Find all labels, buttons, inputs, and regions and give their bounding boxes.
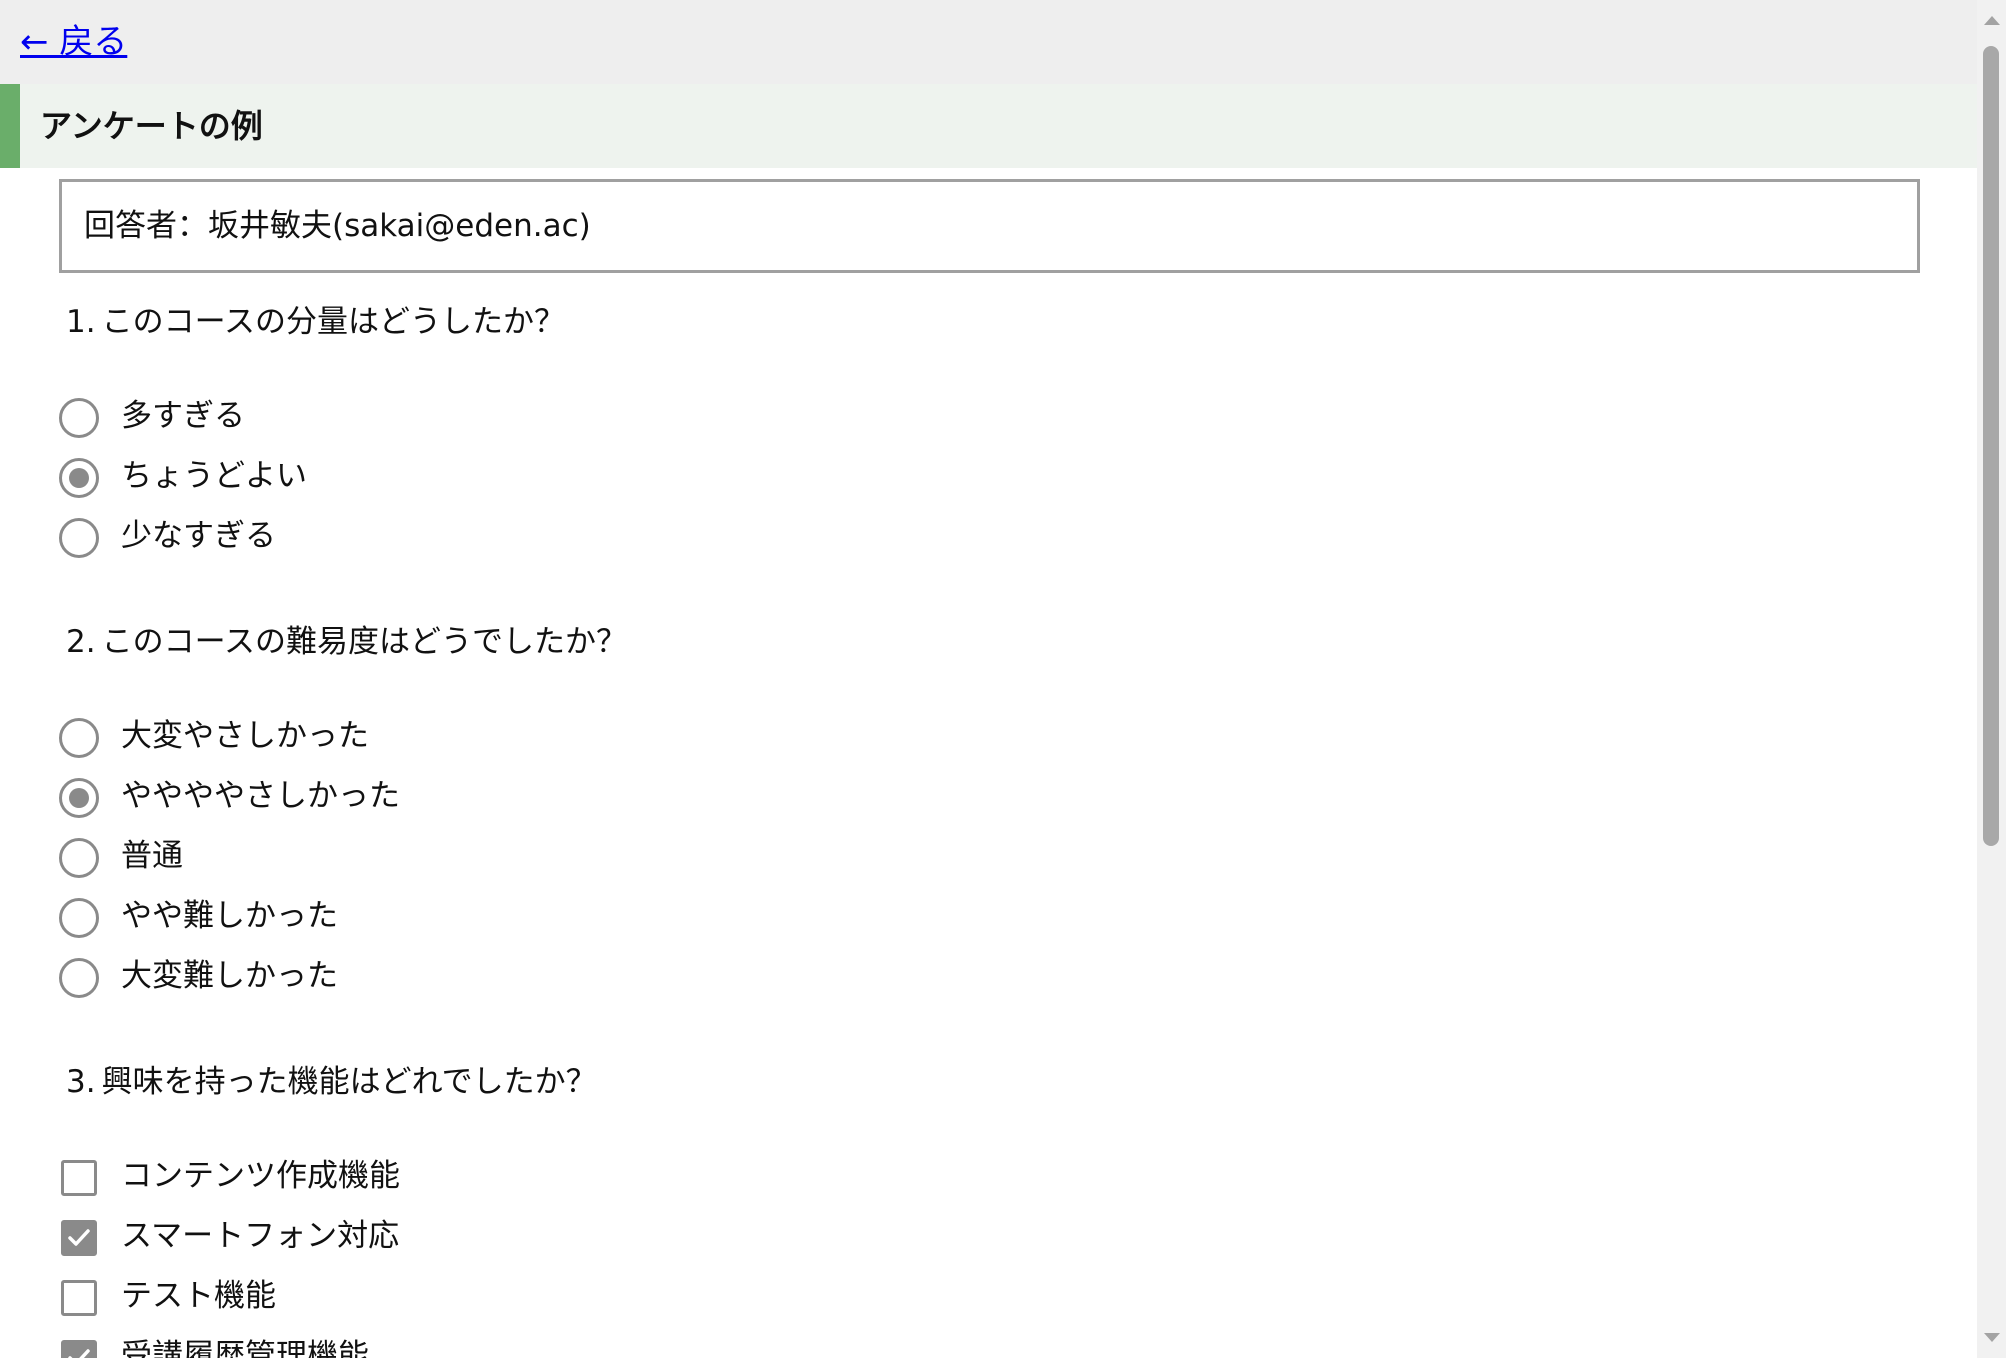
option-label: 多すぎる [121,398,245,434]
scrollbar-thumb[interactable] [1983,46,1999,846]
question-number: 1. [66,304,96,340]
radio-unselected-icon[interactable] [59,898,99,938]
checkbox-unchecked-icon[interactable] [61,1160,97,1196]
title-accent-stripe [0,84,20,168]
respondent-box: 回答者：坂井敏夫(sakai@eden.ac) [59,179,1920,273]
back-link[interactable]: ← 戻る [20,18,127,66]
checkbox-checked-icon[interactable] [61,1220,97,1256]
option-label: スマートフォン対応 [121,1218,400,1254]
option-label: コンテンツ作成機能 [121,1158,400,1194]
option-label: 大変難しかった [121,958,338,994]
scroll-up-arrow-icon[interactable] [1984,16,2000,25]
question-number: 2. [66,624,96,660]
page-title: アンケートの例 [40,107,263,145]
scroll-down-arrow-icon[interactable] [1984,1333,2000,1342]
radio-unselected-icon[interactable] [59,398,99,438]
survey-page: ← 戻る アンケートの例 回答者：坂井敏夫(sakai@eden.ac) 1. こ… [0,0,1977,1358]
option-label: 普通 [121,838,183,874]
option-label: 少なすぎる [121,518,276,554]
radio-selected-icon[interactable] [59,778,99,818]
top-nav-bar: ← 戻る [0,0,1977,84]
question-text: このコースの難易度はどうでしたか？ [101,624,628,660]
option-label: やや難しかった [121,898,338,934]
radio-unselected-icon[interactable] [59,518,99,558]
option-label: ちょうどよい [121,458,307,494]
checkbox-checked-icon[interactable] [61,1340,97,1358]
vertical-scrollbar[interactable] [1977,0,2006,1358]
question-text: このコースの分量はどうしたか？ [101,304,566,340]
radio-unselected-icon[interactable] [59,838,99,878]
question-text: 興味を持った機能はどれでしたか？ [101,1064,597,1100]
radio-unselected-icon[interactable] [59,718,99,758]
respondent-label: 回答者：坂井敏夫(sakai@eden.ac) [84,208,591,244]
option-label: ややややさしかった [121,778,400,814]
option-label: テスト機能 [121,1278,276,1314]
checkbox-unchecked-icon[interactable] [61,1280,97,1316]
question-number: 3. [66,1064,96,1100]
question-1-title: 1. このコースの分量はどうしたか？ [66,298,565,346]
option-label: 受講履歴管理機能 [121,1338,369,1358]
question-2-title: 2. このコースの難易度はどうでしたか？ [66,618,627,666]
page-title-bar: アンケートの例 [0,84,1977,168]
radio-unselected-icon[interactable] [59,958,99,998]
radio-selected-icon[interactable] [59,458,99,498]
question-3-title: 3. 興味を持った機能はどれでしたか？ [66,1058,597,1106]
option-label: 大変やさしかった [121,718,369,754]
